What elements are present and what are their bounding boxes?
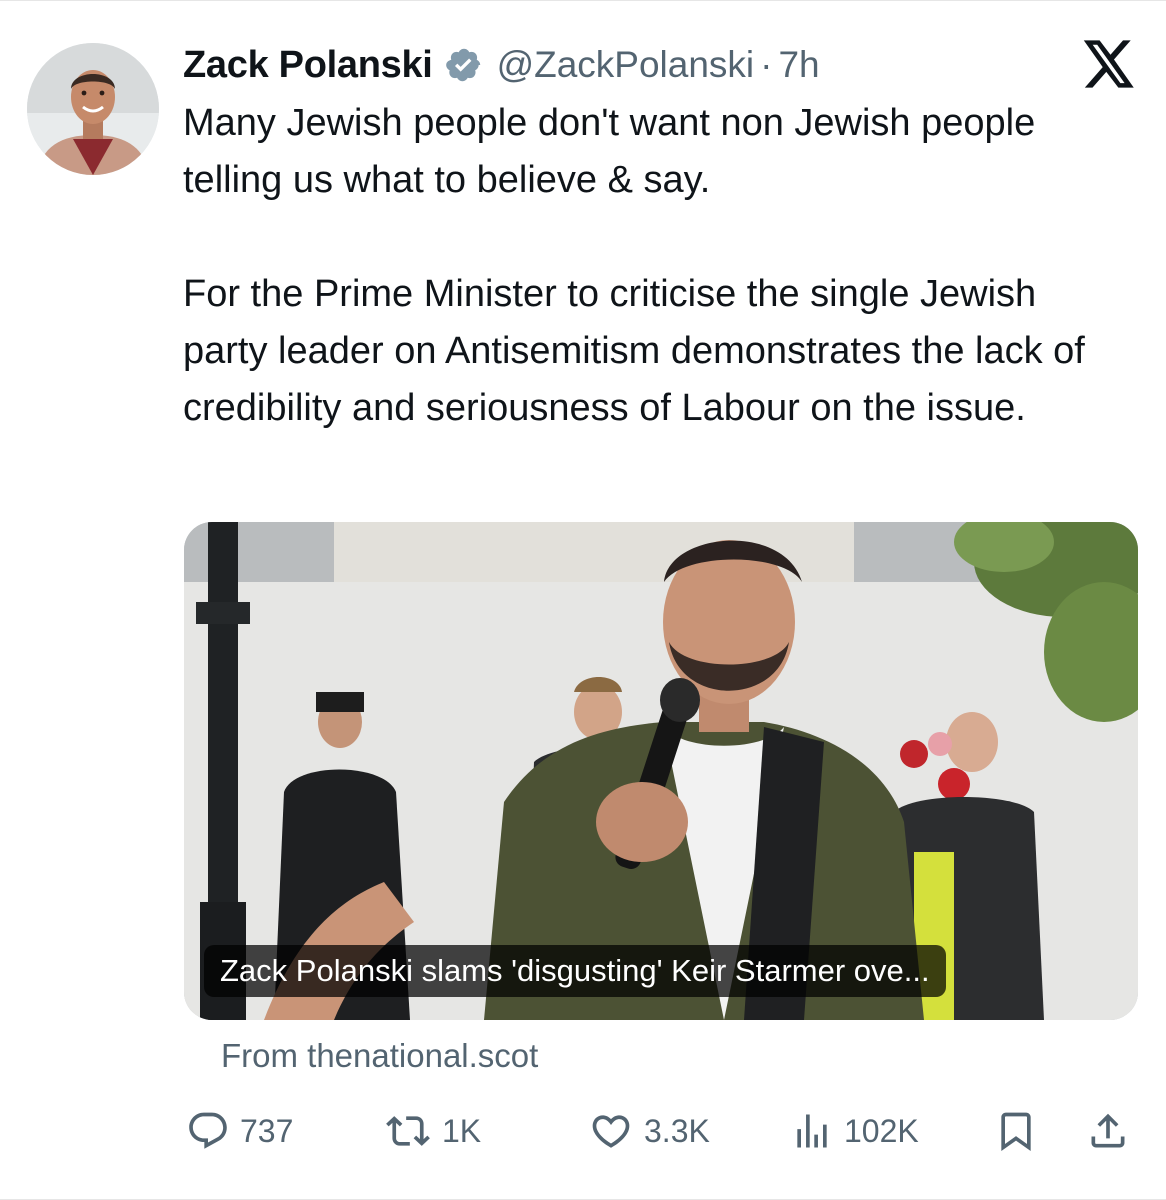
link-card[interactable]: Zack Polanski slams 'disgusting' Keir St… [184, 522, 1138, 1020]
repost-icon [386, 1116, 430, 1146]
avatar[interactable] [27, 43, 159, 175]
reply-button[interactable]: 737 [186, 1101, 293, 1161]
tweet-header: Zack Polanski @ZackPolanski · 7h [183, 41, 820, 89]
verified-badge-icon [445, 46, 483, 84]
tweet-text: Many Jewish people don't want non Jewish… [183, 95, 1123, 437]
views-button[interactable]: 102K [790, 1101, 919, 1161]
heart-icon [592, 1115, 630, 1148]
reply-count: 737 [240, 1112, 294, 1149]
share-icon [1091, 1113, 1125, 1148]
repost-button[interactable]: 1K [384, 1101, 481, 1161]
timestamp[interactable]: 7h [778, 44, 819, 86]
bookmark-icon [1001, 1112, 1031, 1152]
views-icon [797, 1114, 827, 1148]
share-button[interactable] [1086, 1101, 1130, 1161]
x-logo-icon[interactable] [1082, 39, 1136, 89]
link-source[interactable]: From thenational.scot [221, 1037, 538, 1075]
reply-icon [189, 1112, 227, 1149]
tweet-paragraph-1: Many Jewish people don't want non Jewish… [183, 102, 1036, 201]
avatar-photo [27, 43, 159, 175]
views-count: 102K [844, 1112, 919, 1149]
like-button[interactable]: 3.3K [588, 1101, 710, 1161]
like-count: 3.3K [644, 1112, 710, 1149]
author-handle[interactable]: @ZackPolanski [497, 44, 755, 86]
author-name[interactable]: Zack Polanski [183, 44, 433, 87]
tweet-card[interactable]: Zack Polanski @ZackPolanski · 7h Many Je… [0, 0, 1166, 1200]
repost-count: 1K [442, 1112, 482, 1149]
bookmark-button[interactable] [994, 1101, 1038, 1161]
separator-dot: · [760, 44, 773, 85]
tweet-actions: 737 1K 3.3K 102K [0, 1101, 1166, 1161]
card-caption[interactable]: Zack Polanski slams 'disgusting' Keir St… [204, 945, 946, 997]
tweet-paragraph-2: For the Prime Minister to criticise the … [183, 273, 1085, 429]
